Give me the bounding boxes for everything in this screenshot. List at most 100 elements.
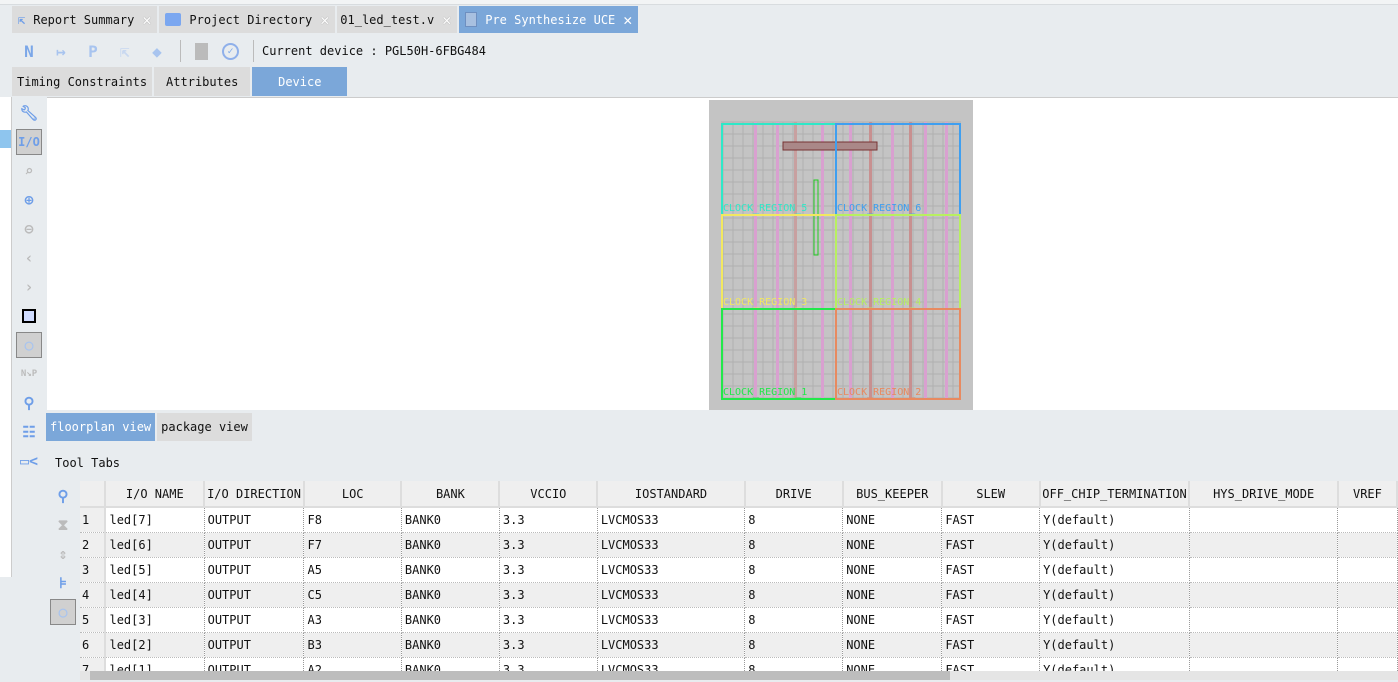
table-cell[interactable]: led[7]	[105, 507, 205, 533]
zoom-in-icon[interactable]: ⊕	[16, 187, 42, 213]
column-header[interactable]: OFF_CHIP_TERMINATION	[1039, 481, 1191, 508]
table-cell[interactable]: FAST	[941, 607, 1041, 633]
column-header[interactable]: IOSTANDARD	[597, 481, 746, 508]
tab-device[interactable]: Device	[252, 67, 348, 96]
table-cell[interactable]: FAST	[941, 657, 1041, 671]
tab-report-summary[interactable]: ⇱ Report Summary ✕	[12, 6, 158, 33]
table-row[interactable]: 6 led[2] OUTPUT B3 BANK0 3.3 LVCMOS33 8 NONE FAST…	[80, 632, 1398, 658]
table-row[interactable]: 3 led[5] OUTPUT A5 BANK0 3.3 LVCMOS33 8 NONE FAST…	[80, 557, 1398, 583]
table-cell[interactable]: NONE	[842, 507, 943, 533]
expand-icon[interactable]: ⇕	[50, 541, 76, 567]
table-cell[interactable]: 8	[744, 532, 844, 558]
search-icon[interactable]: ⚲	[50, 483, 76, 509]
zoom-fit-icon[interactable]: ⌕	[16, 158, 42, 184]
n-icon[interactable]: N	[20, 42, 38, 61]
column-header[interactable]: LOC	[303, 481, 403, 508]
table-cell[interactable]: LVCMOS33	[597, 632, 746, 658]
table-row[interactable]: 1 led[7] OUTPUT F8 BANK0 3.3 LVCMOS33 8 NONE FAST…	[80, 507, 1398, 533]
table-cell[interactable]: Y(default)	[1039, 607, 1190, 633]
table-cell[interactable]	[1337, 507, 1398, 533]
save-icon[interactable]	[195, 42, 208, 60]
p-icon[interactable]: P	[84, 42, 102, 61]
table-cell[interactable]	[1189, 607, 1339, 633]
table-row[interactable]: 4 led[4] OUTPUT C5 BANK0 3.3 LVCMOS33 8 NONE FAST…	[80, 582, 1398, 608]
table-cell[interactable]	[1189, 657, 1339, 671]
close-icon[interactable]: ✕	[442, 11, 451, 29]
expand-icon[interactable]: ↦	[52, 42, 70, 61]
check-icon[interactable]: ✓	[222, 42, 239, 60]
table-cell[interactable]	[1337, 582, 1398, 608]
table-cell[interactable]: Y(default)	[1039, 557, 1190, 583]
diamond-icon[interactable]: ◆	[148, 42, 166, 61]
search-icon[interactable]: ⚲	[16, 390, 42, 416]
table-cell[interactable]: Y(default)	[1039, 507, 1190, 533]
camera-icon[interactable]: ▭<	[16, 448, 42, 474]
table-cell[interactable]: FAST	[941, 557, 1041, 583]
table-cell[interactable]: OUTPUT	[204, 557, 305, 583]
table-row[interactable]: 2 led[6] OUTPUT F7 BANK0 3.3 LVCMOS33 8 NONE FAST…	[80, 532, 1398, 558]
table-cell[interactable]: 3.3	[499, 582, 598, 608]
table-cell[interactable]: led[1]	[105, 657, 205, 671]
table-cell[interactable]: A2	[303, 657, 402, 671]
table-cell[interactable]: 3.3	[499, 507, 598, 533]
table-cell[interactable]: 8	[744, 657, 844, 671]
select-circle-icon[interactable]: ○	[16, 332, 42, 358]
table-cell[interactable]: led[6]	[105, 532, 205, 558]
table-cell[interactable]: BANK0	[401, 582, 500, 608]
close-icon[interactable]: ✕	[320, 11, 329, 29]
column-header[interactable]: DRIVE	[744, 481, 844, 508]
table-cell[interactable]: Y(default)	[1039, 582, 1190, 608]
column-header[interactable]: VREF	[1337, 481, 1398, 508]
table-cell[interactable]: NONE	[842, 607, 943, 633]
collapse-icon[interactable]: ⧗	[50, 512, 76, 538]
zoom-out-icon[interactable]: ⊖	[16, 216, 42, 242]
tab-timing-constraints[interactable]: Timing Constraints	[12, 67, 153, 96]
table-cell[interactable]: OUTPUT	[204, 632, 305, 658]
table-cell[interactable]: 8	[744, 557, 844, 583]
flag-icon[interactable]: ⇱	[116, 42, 134, 61]
table-cell[interactable]: 8	[744, 582, 844, 608]
table-cell[interactable]: OUTPUT	[204, 507, 305, 533]
table-cell[interactable]: 3.3	[499, 632, 598, 658]
wrench-icon[interactable]: 🔧︎	[16, 100, 42, 126]
table-cell[interactable]: BANK0	[401, 532, 500, 558]
table-cell[interactable]: led[3]	[105, 607, 205, 633]
np-icon[interactable]: N↘P	[16, 361, 42, 387]
table-cell[interactable]	[1189, 557, 1339, 583]
table-cell[interactable]: OUTPUT	[204, 582, 305, 608]
column-header[interactable]: SLEW	[941, 481, 1041, 508]
table-cell[interactable]: NONE	[842, 582, 943, 608]
table-cell[interactable]: 8	[744, 632, 844, 658]
table-cell[interactable]: 3.3	[499, 557, 598, 583]
table-cell[interactable]: A5	[303, 557, 402, 583]
table-cell[interactable]	[1337, 607, 1398, 633]
table-cell[interactable]	[1189, 532, 1339, 558]
table-cell[interactable]	[1337, 632, 1398, 658]
tab-led-test[interactable]: 01_led_test.v ✕	[337, 6, 458, 33]
tab-pre-synthesize-uce[interactable]: Pre Synthesize UCE ✕	[459, 6, 639, 33]
column-header[interactable]: BUS_KEEPER	[842, 481, 943, 508]
table-cell[interactable]: 8	[744, 607, 844, 633]
table-cell[interactable]: led[2]	[105, 632, 205, 658]
close-icon[interactable]: ✕	[623, 11, 632, 29]
tab-project-directory[interactable]: Project Directory ✕	[159, 6, 336, 33]
horizontal-scrollbar[interactable]	[80, 671, 1398, 680]
table-cell[interactable]: LVCMOS33	[597, 607, 746, 633]
column-header[interactable]: HYS_DRIVE_MODE	[1189, 481, 1339, 508]
table-cell[interactable]	[1337, 557, 1398, 583]
table-cell[interactable]: OUTPUT	[204, 532, 305, 558]
table-cell[interactable]: LVCMOS33	[597, 657, 746, 671]
list-icon[interactable]: ☷	[16, 419, 42, 445]
table-cell[interactable]: F7	[303, 532, 402, 558]
close-icon[interactable]: ✕	[142, 11, 151, 29]
table-cell[interactable]	[1337, 532, 1398, 558]
table-cell[interactable]: led[5]	[105, 557, 205, 583]
table-cell[interactable]	[1189, 582, 1339, 608]
table-cell[interactable]: OUTPUT	[204, 607, 305, 633]
table-cell[interactable]: FAST	[941, 632, 1041, 658]
table-cell[interactable]: BANK0	[401, 507, 500, 533]
tree-icon[interactable]: ⊧	[50, 570, 76, 596]
table-cell[interactable]: OUTPUT	[204, 657, 305, 671]
table-cell[interactable]: C5	[303, 582, 402, 608]
table-cell[interactable]: A3	[303, 607, 402, 633]
